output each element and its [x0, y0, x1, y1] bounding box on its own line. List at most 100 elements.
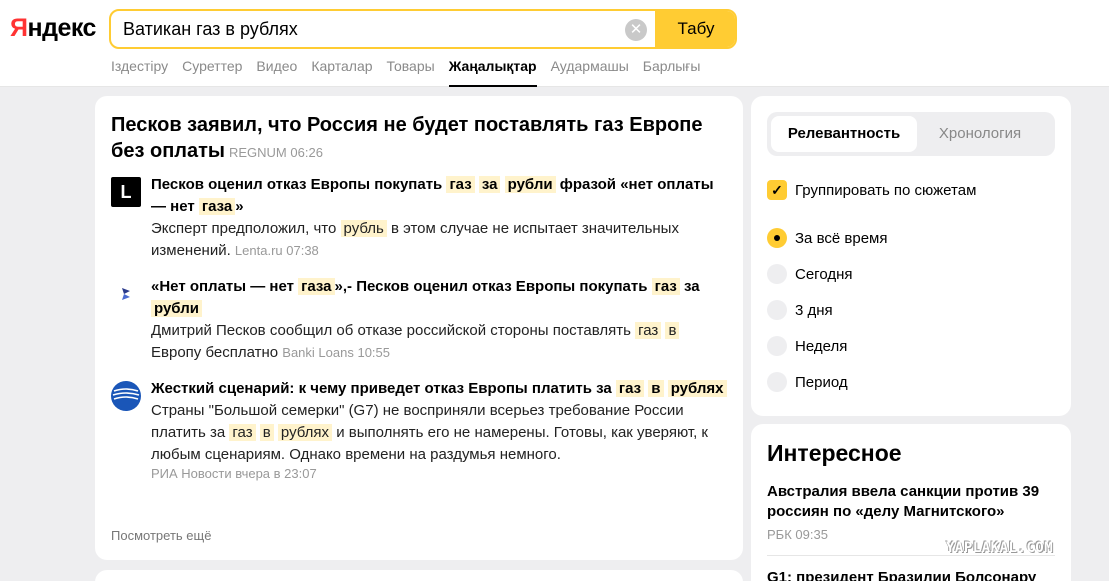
highlight: рубли	[151, 300, 202, 317]
interesting-time: 09:35	[795, 527, 828, 542]
highlight: в	[648, 380, 664, 397]
group-by-story-checkbox[interactable]: ✓ Группировать по сюжетам	[767, 180, 976, 200]
title-text: »,- Песков оценил отказ Европы покупать	[334, 278, 652, 295]
highlight: газ	[635, 322, 662, 339]
radio-icon	[767, 300, 787, 320]
highlight: газ	[446, 176, 475, 193]
period-radio-custom[interactable]: Период	[767, 372, 848, 392]
story-meta: REGNUM 06:26	[229, 145, 323, 160]
news-item-snippet: Страны "Большой семерки" (G7) не восприн…	[151, 400, 731, 466]
tab-maps[interactable]: Карталар	[311, 58, 372, 87]
radio-icon	[767, 336, 787, 356]
tab-all[interactable]: Барлығы	[643, 58, 701, 87]
sort-relevance-button[interactable]: Релевантность	[771, 116, 917, 152]
title-text	[500, 176, 504, 193]
news-time: 10:55	[357, 345, 391, 360]
tab-video[interactable]: Видео	[256, 58, 297, 87]
news-item-title[interactable]: «Нет оплаты — нет газа »,- Песков оценил …	[151, 276, 731, 320]
filter-card: Релевантность Хронология ✓ Группировать …	[751, 96, 1071, 416]
interesting-source: РБК	[767, 527, 792, 542]
highlight: в	[259, 424, 274, 441]
checkmark-icon: ✓	[767, 180, 787, 200]
news-item-meta: РИА Новости вчера в 23:07	[151, 466, 731, 481]
news-item-snippet: Эксперт предположил, что рубль в этом сл…	[151, 218, 731, 262]
tab-search[interactable]: Іздестіру	[111, 58, 168, 87]
title-text: Песков оценил отказ Европы покупать	[151, 176, 447, 193]
period-label: Сегодня	[795, 265, 853, 283]
period-label: Неделя	[795, 337, 848, 355]
news-source[interactable]: Lenta.ru	[235, 243, 283, 258]
period-label: 3 дня	[795, 301, 833, 319]
radio-icon	[767, 264, 787, 284]
logo-rest: ндекс	[27, 14, 96, 42]
ria-logo-icon	[111, 381, 141, 411]
highlight: рубли	[504, 176, 556, 193]
group-by-story-label: Группировать по сюжетам	[795, 181, 977, 199]
news-time: 07:38	[286, 243, 319, 258]
highlight: за	[478, 176, 501, 193]
clear-icon[interactable]: ✕	[625, 19, 647, 41]
news-item: «Нет оплаты — нет газа »,- Песков оценил …	[111, 276, 731, 364]
period-radio-today[interactable]: Сегодня	[767, 264, 853, 284]
title-text: Жесткий сценарий: к чему приведет отказ …	[151, 380, 616, 397]
banki-logo-icon	[122, 288, 130, 300]
next-story-card	[95, 570, 743, 581]
news-source[interactable]: Banki Loans	[282, 345, 354, 360]
interesting-item-meta: РБК 09:35	[767, 527, 828, 542]
story-card: Песков заявил, что Россия не будет поста…	[95, 96, 743, 560]
watermark: YAPLAKAL.COM	[946, 540, 1054, 556]
period-radio-3days[interactable]: 3 дня	[767, 300, 833, 320]
radio-icon	[767, 228, 787, 248]
interesting-item-title[interactable]: Австралия ввела санкции против 39 россия…	[767, 482, 1057, 522]
tab-news[interactable]: Жаңалықтар	[448, 58, 537, 87]
period-label: За всё время	[795, 229, 888, 247]
highlight: в	[665, 322, 680, 339]
header: Яндекс ✕ Табу Іздестіру Суреттер Видео К…	[0, 0, 1109, 87]
lenta-logo-icon: L	[111, 177, 141, 207]
snippet-text: Эксперт предположил, что	[151, 220, 341, 237]
show-more-link[interactable]: Посмотреть ещё	[111, 528, 211, 543]
tab-products[interactable]: Товары	[387, 58, 435, 87]
story-title-text: Песков заявил, что Россия не будет поста…	[111, 114, 703, 162]
news-source[interactable]: РИА Новости	[151, 466, 232, 481]
highlight: газ	[229, 424, 256, 441]
logo-letter: Я	[10, 14, 28, 42]
highlight: газа	[198, 198, 236, 215]
highlight: газ	[615, 380, 645, 397]
news-item-title[interactable]: Песков оценил отказ Европы покупать газ …	[151, 174, 731, 218]
snippet-text: Европу бесплатно	[151, 344, 279, 361]
story-time: 06:26	[290, 145, 323, 160]
interesting-card: Интересное Австралия ввела санкции проти…	[751, 424, 1071, 581]
sort-switch: Релевантность Хронология	[767, 112, 1055, 156]
yandex-logo[interactable]: Яндекс	[10, 14, 96, 43]
story-title[interactable]: Песков заявил, что Россия не будет поста…	[111, 112, 711, 166]
title-text: за	[679, 278, 700, 295]
highlight: рубль	[340, 220, 387, 237]
story-source: REGNUM	[228, 145, 287, 160]
interesting-title: Интересное	[767, 440, 902, 466]
highlight: рублях	[277, 424, 333, 441]
period-radio-all[interactable]: За всё время	[767, 228, 887, 248]
news-item-snippet: Дмитрий Песков сообщил об отказе российс…	[151, 320, 731, 364]
tab-images[interactable]: Суреттер	[182, 58, 242, 87]
news-item: Жесткий сценарий: к чему приведет отказ …	[111, 378, 731, 481]
interesting-item-title[interactable]: G1: президент Бразилии Болсонару	[767, 568, 1057, 581]
highlight: рублях	[667, 380, 727, 397]
period-radio-week[interactable]: Неделя	[767, 336, 847, 356]
search-button[interactable]: Табу	[655, 11, 735, 47]
highlight: газ	[651, 278, 680, 295]
highlight: газа	[298, 278, 335, 295]
tab-translate[interactable]: Аудармашы	[551, 58, 629, 87]
news-item-meta: Lenta.ru 07:38	[235, 243, 319, 258]
title-text: «Нет оплаты — нет	[151, 278, 299, 295]
title-text: »	[235, 198, 244, 215]
search-box: ✕ Табу	[109, 9, 737, 49]
news-item: L Песков оценил отказ Европы покупать га…	[111, 174, 731, 262]
search-input[interactable]	[111, 11, 657, 47]
news-item-meta: Banki Loans 10:55	[282, 345, 390, 360]
news-time: вчера в 23:07	[235, 466, 317, 481]
sort-chronology-button[interactable]: Хронология	[907, 116, 1053, 152]
news-item-title[interactable]: Жесткий сценарий: к чему приведет отказ …	[151, 378, 731, 400]
radio-icon	[767, 372, 787, 392]
search-tabs: Іздестіру Суреттер Видео Карталар Товары…	[111, 58, 714, 87]
